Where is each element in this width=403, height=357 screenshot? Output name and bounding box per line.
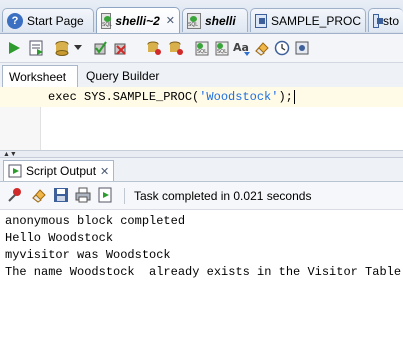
output-line: Hello Woodstock [5, 231, 114, 245]
tab-sto[interactable]: sto [368, 8, 403, 32]
code-string-literal: 'Woodstock' [199, 90, 279, 105]
database-dropdown-button[interactable] [72, 38, 84, 58]
svg-text:SQL: SQL [197, 49, 207, 55]
worksheet-toolbar: SQL SQL Aa [0, 34, 403, 63]
tab-start-page[interactable]: ? Start Page [2, 8, 94, 32]
output-toolbar: Task completed in 0.021 seconds [0, 182, 403, 210]
tab-label: shelli [205, 13, 236, 28]
sql-icon: SQL [215, 41, 229, 56]
pin-icon [8, 188, 21, 202]
tab-shelli[interactable]: shelli [182, 8, 248, 32]
eraser-icon [255, 42, 269, 56]
sql-icon: SQL [195, 41, 209, 56]
script-icon [29, 40, 43, 56]
code-text: exec SYS.SAMPLE_PROC( [48, 90, 200, 105]
procedure-icon [255, 13, 267, 28]
sql-editor[interactable]: exec SYS.SAMPLE_PROC('Woodstock'); [0, 87, 403, 150]
tab-label: Query Builder [86, 69, 160, 83]
print-output-button[interactable] [74, 186, 92, 204]
status-text: Task completed in 0.021 seconds [134, 189, 312, 203]
pin-button[interactable] [6, 186, 24, 204]
sql-worksheet-2-button[interactable]: SQL [212, 38, 232, 58]
open-script-button[interactable] [96, 186, 114, 204]
database-icon [55, 41, 69, 56]
run-statement-button[interactable] [4, 38, 24, 58]
output-line: The name Woodstock already exists in the… [5, 265, 402, 279]
tab-label: SAMPLE_PROC [270, 13, 361, 28]
output-tab-bar: Script Output ✕ [0, 158, 403, 182]
change-case-icon: Aa [233, 41, 250, 56]
autotrace-icon [295, 41, 309, 55]
tab-label: Worksheet [9, 69, 67, 84]
rollback-button[interactable] [110, 38, 130, 58]
close-icon[interactable]: ✕ [100, 165, 109, 178]
sql-worksheet-icon [187, 12, 201, 29]
splitter-arrows-icon[interactable]: ▲▼ [3, 151, 17, 158]
editor-tab-bar: Worksheet Query Builder [0, 63, 403, 88]
database-clear-icon [147, 41, 161, 55]
save-icon [54, 188, 68, 202]
chevron-down-icon [74, 45, 82, 50]
change-case-button[interactable]: Aa [232, 38, 252, 58]
eraser-icon [32, 189, 46, 203]
output-line: anonymous block completed [5, 214, 186, 228]
commit-icon [94, 41, 107, 55]
output-line: myvisitor was Woodstock [5, 248, 171, 262]
run-script-button[interactable] [26, 38, 46, 58]
script-icon [98, 187, 112, 203]
script-output-area[interactable]: anonymous block completed Hello Woodstoc… [0, 210, 403, 357]
clear-editor-button[interactable] [252, 38, 272, 58]
print-icon [75, 187, 91, 203]
tab-label: Script Output [26, 164, 97, 178]
close-icon[interactable]: ✕ [166, 14, 175, 27]
tab-label: sto [382, 13, 399, 28]
code-line[interactable]: exec SYS.SAMPLE_PROC('Woodstock'); [48, 90, 295, 104]
svg-text:SQL: SQL [217, 49, 227, 55]
save-output-button[interactable] [52, 186, 70, 204]
code-text: ); [278, 90, 293, 105]
commit-button[interactable] [90, 38, 110, 58]
play-icon [9, 42, 20, 54]
tab-query-builder[interactable]: Query Builder [80, 65, 165, 87]
explain-plan-button[interactable] [166, 38, 186, 58]
clear-button[interactable] [144, 38, 164, 58]
sql-worksheet-icon [101, 12, 112, 29]
document-tab-bar: ? Start Page shelli~2 ✕ shelli SAMPLE_PR… [0, 0, 403, 34]
explain-icon [169, 41, 183, 55]
clear-output-button[interactable] [30, 186, 48, 204]
tab-script-output[interactable]: Script Output ✕ [3, 160, 115, 181]
tab-label: Start Page [27, 13, 84, 28]
clock-icon [274, 40, 290, 56]
rollback-icon [114, 43, 126, 55]
panel-splitter[interactable]: ▲▼ [0, 150, 403, 158]
autotrace-button[interactable] [292, 38, 312, 58]
tab-worksheet[interactable]: Worksheet [2, 65, 78, 87]
tab-label: shelli~2 [115, 13, 160, 28]
history-button[interactable] [272, 38, 292, 58]
script-output-icon [8, 164, 22, 178]
procedure-icon [373, 13, 383, 28]
toolbar-separator [124, 188, 125, 204]
help-icon: ? [7, 12, 23, 29]
tab-sample-proc[interactable]: SAMPLE_PROC [250, 8, 366, 32]
tab-shelli-2[interactable]: shelli~2 ✕ [96, 7, 180, 33]
text-caret [293, 90, 295, 104]
sql-worksheet-button[interactable]: SQL [192, 38, 212, 58]
database-button[interactable] [52, 38, 72, 58]
